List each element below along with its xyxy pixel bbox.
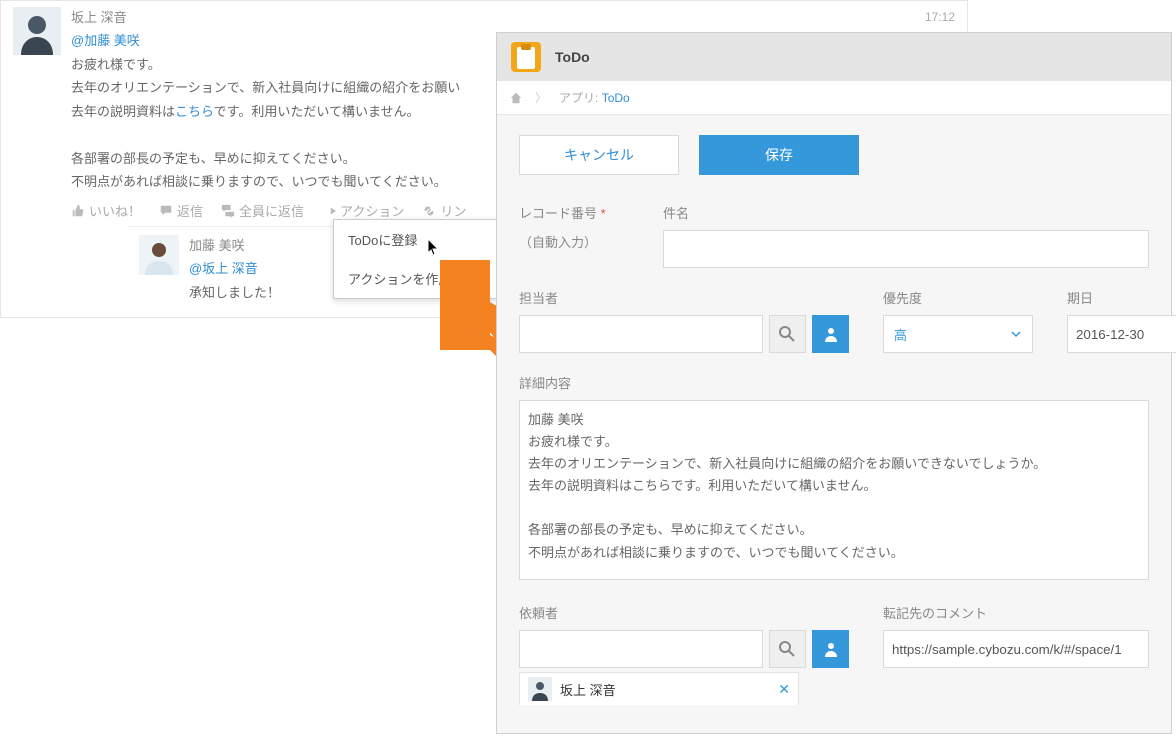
record-number-auto: （自動入力）	[519, 232, 629, 251]
mention-link[interactable]: @加藤 美咲	[71, 30, 140, 49]
inline-link[interactable]: こちら	[175, 104, 214, 119]
label-subject: 件名	[663, 206, 689, 221]
assignee-org-button[interactable]	[812, 315, 849, 353]
reply-all-button[interactable]: 全員に返信	[221, 201, 304, 220]
action-button[interactable]: アクション	[322, 201, 404, 220]
avatar	[528, 677, 552, 701]
dropdown-item-register-todo[interactable]: ToDoに登録	[334, 220, 497, 259]
label-requester: 依頼者	[519, 606, 558, 621]
assignee-search-button[interactable]	[769, 315, 806, 353]
requester-input[interactable]	[519, 630, 763, 668]
label-dest-comment: 転記先のコメント	[883, 606, 987, 621]
breadcrumb: 〉 アプリ: ToDo	[497, 81, 1171, 115]
breadcrumb-link[interactable]: ToDo	[602, 91, 630, 105]
detail-textarea[interactable]	[519, 400, 1149, 580]
label-detail: 詳細内容	[519, 376, 571, 391]
requester-org-button[interactable]	[812, 630, 849, 668]
reply-button[interactable]: 返信	[159, 201, 203, 220]
dropdown-item-create-action[interactable]: アクションを作成する	[334, 259, 497, 298]
like-button[interactable]: いいね！	[71, 201, 141, 220]
user-chip: 坂上 深音 ✕	[519, 672, 799, 705]
mention-link[interactable]: @坂上 深音	[189, 258, 258, 277]
reply-author: 加藤 美咲	[189, 238, 245, 253]
label-priority: 優先度	[883, 291, 922, 306]
label-assignee: 担当者	[519, 291, 558, 306]
home-icon[interactable]	[509, 91, 523, 105]
clipboard-icon	[509, 40, 543, 74]
chevron-down-icon	[1010, 328, 1022, 340]
requester-search-button[interactable]	[769, 630, 806, 668]
label-record-number: レコード番号 *	[519, 206, 606, 221]
avatar	[13, 7, 61, 55]
link-button[interactable]: リン	[422, 201, 466, 220]
subject-input[interactable]	[663, 230, 1149, 268]
chip-name: 坂上 深音	[560, 680, 616, 699]
todo-panel: ToDo 〉 アプリ: ToDo キャンセル 保存 レコード番号 * （自動入力…	[496, 32, 1172, 734]
chip-remove-button[interactable]: ✕	[778, 681, 790, 698]
panel-header: ToDo	[497, 33, 1171, 81]
save-button[interactable]: 保存	[699, 135, 859, 175]
cancel-button[interactable]: キャンセル	[519, 135, 679, 175]
avatar	[139, 235, 179, 275]
action-dropdown: ToDoに登録 アクションを作成する	[333, 219, 498, 299]
post-author: 坂上 深音	[71, 7, 127, 26]
assignee-input[interactable]	[519, 315, 763, 353]
dest-comment-input[interactable]	[883, 630, 1149, 668]
priority-select[interactable]: 高	[883, 315, 1033, 353]
panel-title: ToDo	[555, 49, 590, 65]
due-input[interactable]	[1067, 315, 1176, 353]
label-due: 期日	[1067, 291, 1093, 306]
post-time: 17:12	[925, 10, 955, 24]
